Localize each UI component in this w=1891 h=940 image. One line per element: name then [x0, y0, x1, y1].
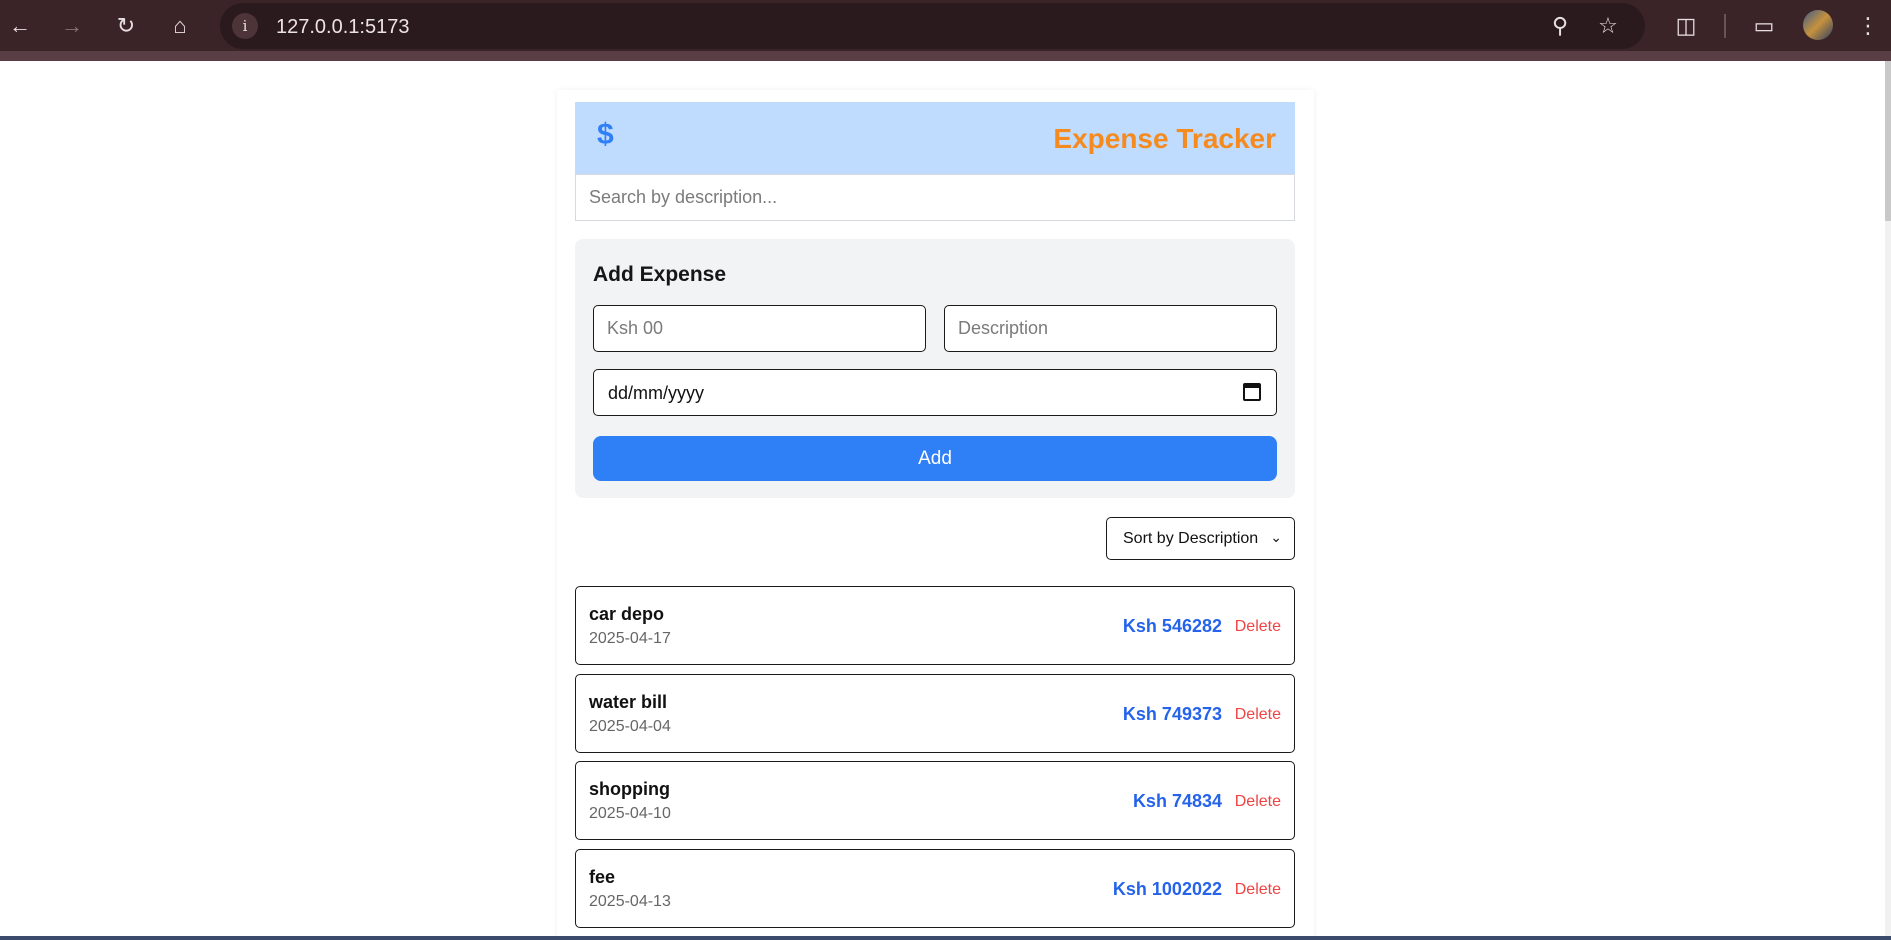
- star-icon[interactable]: ☆: [1594, 12, 1622, 40]
- form-title: Add Expense: [593, 263, 727, 286]
- expense-item: car depo 2025-04-17 Ksh 546282 Delete: [575, 586, 1295, 665]
- url-text[interactable]: 127.0.0.1:5173: [276, 16, 409, 39]
- toolbar-bottom-strip: [0, 51, 1891, 61]
- forward-icon[interactable]: →: [56, 10, 88, 42]
- expense-item: shopping 2025-04-10 Ksh 74834 Delete: [575, 761, 1295, 840]
- info-icon[interactable]: i: [232, 13, 258, 39]
- expense-amount: Ksh 546282: [1122, 616, 1222, 636]
- home-icon[interactable]: ⌂: [164, 10, 196, 42]
- browser-toolbar: ← → ↻ ⌂ i 127.0.0.1:5173 ⚲ ☆ ◫ ▭ ⋮: [0, 0, 1891, 61]
- add-expense-form: Add Expense dd/mm/yyyy Add: [575, 239, 1295, 498]
- expense-item: water bill 2025-04-04 Ksh 749373 Delete: [575, 674, 1295, 753]
- expense-description: shopping: [589, 779, 670, 799]
- expense-description: fee: [589, 867, 616, 887]
- menu-icon[interactable]: ⋮: [1852, 10, 1884, 42]
- sort-select[interactable]: Sort by Description ⌄: [1106, 517, 1295, 560]
- app-title: Expense Tracker: [1053, 123, 1276, 154]
- expense-item: fee 2025-04-13 Ksh 1002022 Delete: [575, 849, 1295, 928]
- cast-icon[interactable]: ▭: [1748, 10, 1780, 42]
- search-input[interactable]: [575, 174, 1295, 221]
- chevron-down-icon: ⌄: [1270, 529, 1282, 545]
- expense-description: car depo: [589, 604, 665, 624]
- scrollbar-thumb[interactable]: [1885, 61, 1891, 221]
- expense-description: water bill: [589, 692, 668, 712]
- address-bar[interactable]: i 127.0.0.1:5173 ⚲ ☆: [220, 3, 1645, 49]
- reload-icon[interactable]: ↻: [110, 10, 142, 42]
- app-header: $ Expense Tracker: [575, 102, 1295, 174]
- description-input[interactable]: [944, 305, 1277, 352]
- expense-date: 2025-04-10: [589, 805, 671, 822]
- amount-input[interactable]: [593, 305, 926, 352]
- expense-date: 2025-04-17: [589, 630, 671, 647]
- calendar-icon[interactable]: [1243, 383, 1261, 401]
- delete-button[interactable]: Delete: [1235, 881, 1281, 899]
- profile-avatar[interactable]: [1803, 10, 1833, 40]
- expense-date: 2025-04-13: [589, 893, 671, 910]
- toolbar-divider: [1724, 14, 1726, 38]
- date-input[interactable]: dd/mm/yyyy: [593, 369, 1277, 416]
- delete-button[interactable]: Delete: [1235, 618, 1281, 636]
- delete-button[interactable]: Delete: [1235, 793, 1281, 811]
- dollar-icon: $: [597, 118, 614, 151]
- delete-button[interactable]: Delete: [1235, 706, 1281, 724]
- scrollbar[interactable]: [1885, 61, 1891, 940]
- sort-selected-value: Sort by Description: [1123, 530, 1259, 547]
- add-button[interactable]: Add: [593, 436, 1277, 481]
- expense-amount: Ksh 1002022: [1112, 879, 1222, 899]
- expense-amount: Ksh 74834: [1132, 791, 1222, 811]
- extensions-icon[interactable]: ◫: [1670, 10, 1702, 42]
- bottom-edge: [0, 936, 1891, 940]
- expense-amount: Ksh 749373: [1122, 704, 1222, 724]
- back-icon[interactable]: ←: [4, 10, 36, 42]
- expense-date: 2025-04-04: [589, 718, 671, 735]
- zoom-icon[interactable]: ⚲: [1546, 12, 1574, 40]
- date-input-value: dd/mm/yyyy: [608, 383, 705, 403]
